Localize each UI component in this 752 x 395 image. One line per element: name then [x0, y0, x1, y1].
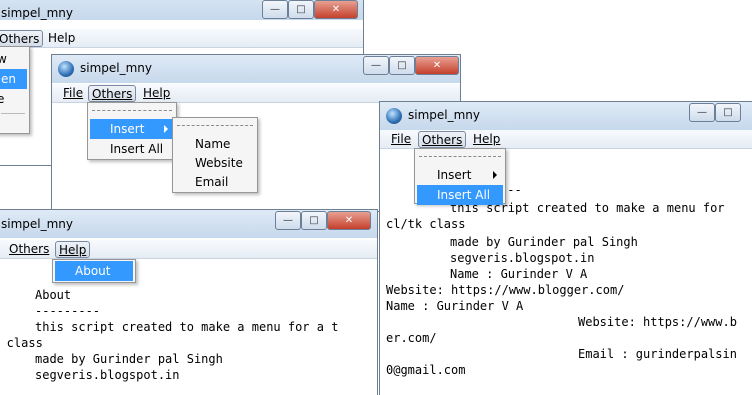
window-1-others-popup: w en e [0, 46, 30, 134]
menu-item-insert-all[interactable]: Insert All [90, 139, 174, 159]
maximize-button[interactable]: □ [288, 0, 314, 19]
menu-others[interactable]: Others [0, 30, 44, 47]
minimize-button[interactable]: — [275, 211, 301, 230]
menu-item-insert[interactable]: Insert [90, 119, 174, 139]
text-line: this script created to make a menu for a… [35, 320, 339, 334]
maximize-button[interactable]: □ [389, 56, 415, 75]
text-line: er.com/ [386, 331, 437, 345]
window-3: simpel_mny — □ ✕ Others Help About -----… [0, 209, 378, 395]
submenu-arrow-icon [164, 125, 168, 133]
window-3-controls: — □ ✕ [275, 211, 371, 231]
menu-file-label: File [63, 86, 84, 100]
minimize-button[interactable]: — [262, 0, 288, 19]
window-4-titlebar[interactable]: simpel_mny — □ [380, 102, 752, 130]
text-line: segveris.blogspot.in [35, 368, 180, 382]
window-4: simpel_mny — □ File Others Help --- this… [379, 101, 752, 395]
app-icon [58, 61, 74, 77]
text-line: segveris.blogspot.in [450, 251, 595, 265]
window-2-title: simpel_mny [80, 61, 153, 75]
window-4-others-popup: Insert Insert All [414, 148, 506, 205]
close-button[interactable]: ✕ [327, 211, 371, 230]
menu-help[interactable]: Help [55, 241, 91, 258]
menu-file[interactable]: File [60, 85, 86, 102]
menu-others[interactable]: Others [6, 241, 52, 258]
window-1-menubar: Others Help [0, 29, 363, 48]
window-1-title: simpel_mny [1, 6, 74, 20]
popup-item-3[interactable]: e [0, 89, 27, 109]
menu-others-label: Others [92, 87, 133, 101]
text-line: Website: https://www.blogger.com/ [386, 283, 625, 297]
text-line: Website: https://www.b [578, 315, 737, 329]
menu-item-insert-label: Insert [437, 168, 472, 182]
window-3-help-popup: About [52, 259, 136, 283]
submenu-arrow-icon [493, 171, 497, 179]
tearoff-line[interactable] [177, 125, 253, 126]
text-line: cl/tk class [386, 217, 466, 231]
text-line: About [35, 288, 72, 302]
window-2-insert-submenu: Name Website Email [172, 117, 258, 193]
maximize-button[interactable]: □ [301, 211, 327, 230]
menu-help-label: Help [143, 86, 171, 100]
menu-help-label: Help [59, 243, 87, 257]
popup-item-1[interactable]: w [0, 49, 27, 69]
window-2-titlebar[interactable]: simpel_mny — □ ✕ [52, 55, 460, 83]
menu-item-email[interactable]: Email [175, 172, 255, 192]
tearoff-line[interactable] [92, 110, 172, 111]
menu-help[interactable]: Help [470, 131, 503, 148]
text-line: Name : Gurinder V A [386, 299, 524, 313]
close-button[interactable]: ✕ [415, 56, 459, 75]
close-button[interactable]: ✕ [314, 0, 358, 19]
menu-help[interactable]: Help [45, 30, 78, 47]
menu-item-insert[interactable]: Insert [417, 165, 503, 185]
app-icon [386, 108, 402, 124]
maximize-button[interactable]: □ [715, 103, 741, 122]
window-4-title: simpel_mny [408, 108, 481, 122]
popup-separator [1, 113, 25, 114]
menu-others[interactable]: Others [88, 85, 137, 102]
menu-file-label: File [391, 132, 412, 146]
menu-help-label: Help [473, 132, 501, 146]
minimize-button[interactable]: — [363, 56, 389, 75]
minimize-button[interactable]: — [689, 103, 715, 122]
window-2-controls: — □ ✕ [363, 56, 459, 76]
tearoff-line[interactable] [419, 156, 501, 157]
text-line: Email : gurinderpalsin [578, 347, 737, 361]
menu-item-name[interactable]: Name [175, 134, 255, 154]
menu-others[interactable]: Others [418, 131, 467, 148]
text-line: made by Gurinder pal Singh [450, 235, 638, 249]
menu-item-about[interactable]: About [55, 261, 133, 281]
popup-item-2[interactable]: en [0, 69, 27, 89]
window-3-title: simpel_mny [1, 217, 74, 231]
text-line: tk class [6, 336, 43, 350]
window-1-controls: — □ ✕ [262, 0, 358, 20]
menu-help[interactable]: Help [140, 85, 173, 102]
window-2-others-popup: Insert Insert All [87, 102, 177, 160]
window-4-controls: — □ [689, 103, 741, 123]
window-3-titlebar[interactable]: simpel_mny — □ ✕ [0, 210, 377, 238]
text-line: made by Gurinder pal Singh [35, 352, 223, 366]
text-line: --------- [35, 304, 101, 318]
menu-others-label: Others [9, 242, 50, 256]
menu-others-label: Others [422, 133, 463, 147]
menu-item-website[interactable]: Website [175, 153, 255, 173]
text-line: Name : Gurinder V A [450, 267, 588, 281]
window-4-menubar: File Others Help [380, 130, 752, 149]
text-line: 0@gmail.com [386, 363, 466, 377]
window-3-menubar: Others Help [0, 240, 377, 259]
menu-item-insert-label: Insert [110, 122, 145, 136]
menu-item-insert-all[interactable]: Insert All [417, 185, 503, 205]
window-1-titlebar[interactable]: simpel_mny — □ ✕ [0, 0, 363, 20]
menu-file[interactable]: File [388, 131, 414, 148]
